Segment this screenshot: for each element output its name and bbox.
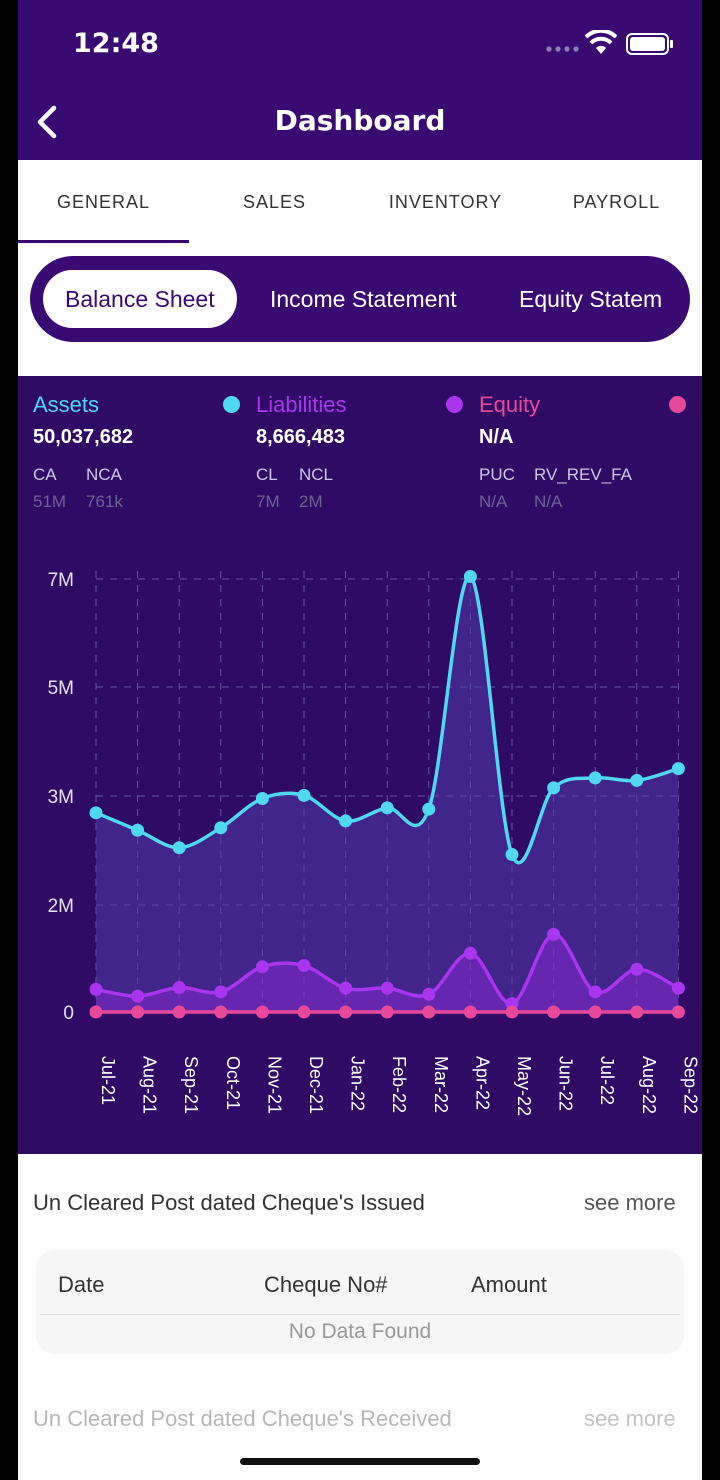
data-point-equity bbox=[588, 1005, 602, 1019]
statement-segment-control: Balance Sheet Income Statement Equity St… bbox=[30, 256, 690, 342]
data-point-liabilities bbox=[131, 989, 145, 1003]
data-point-assets bbox=[547, 781, 561, 795]
column-header-date: Date bbox=[58, 1272, 105, 1297]
data-point-assets bbox=[630, 773, 644, 787]
y-axis-tick-label: 3M bbox=[48, 787, 74, 808]
x-axis-tick-label: Jan-22 bbox=[348, 1056, 368, 1111]
x-axis-tick-label: Aug-21 bbox=[140, 1056, 160, 1114]
tab-general[interactable]: GENERAL bbox=[18, 160, 189, 244]
data-point-equity bbox=[297, 1005, 311, 1019]
data-point-assets bbox=[131, 823, 145, 837]
data-point-equity bbox=[505, 1005, 519, 1019]
segment-balance-sheet[interactable]: Balance Sheet bbox=[43, 270, 237, 328]
data-point-assets bbox=[505, 848, 519, 862]
data-point-equity bbox=[255, 1005, 269, 1019]
data-point-assets bbox=[172, 841, 186, 855]
empty-state-message: No Data Found bbox=[288, 1320, 432, 1343]
x-axis-tick-label: Jul-22 bbox=[597, 1056, 617, 1105]
data-point-assets bbox=[297, 788, 311, 802]
status-time: 12:48 bbox=[73, 28, 159, 59]
see-more-issued-link[interactable]: see more bbox=[584, 1190, 676, 1216]
app-screen: 12:48 Dashboard GENERAL SALES INVENTORY … bbox=[18, 0, 702, 1480]
data-point-liabilities bbox=[339, 981, 353, 995]
y-axis-tick-label: 0 bbox=[63, 1003, 74, 1024]
x-axis-tick-label: Sep-21 bbox=[181, 1056, 201, 1114]
data-point-equity bbox=[630, 1005, 644, 1019]
data-point-equity bbox=[463, 1005, 477, 1019]
segment-equity-statement[interactable]: Equity Statem bbox=[519, 270, 662, 328]
x-axis-tick-label: Oct-21 bbox=[223, 1056, 243, 1110]
data-point-liabilities bbox=[380, 981, 394, 995]
x-axis-tick-label: May-22 bbox=[514, 1056, 534, 1116]
data-point-equity bbox=[547, 1005, 561, 1019]
data-point-assets bbox=[255, 791, 269, 805]
data-point-liabilities bbox=[172, 981, 186, 995]
y-axis-tick-label: 5M bbox=[48, 678, 74, 699]
section-title-issued: Un Cleared Post dated Cheque's Issued bbox=[33, 1190, 425, 1215]
chart-panel: Assets Liabilities Equity 50,037,682 8,6… bbox=[18, 376, 702, 1154]
column-header-cheque-no: Cheque No# bbox=[264, 1272, 388, 1297]
tab-sales[interactable]: SALES bbox=[189, 160, 360, 244]
data-point-equity bbox=[671, 1005, 685, 1019]
tab-bar: GENERAL SALES INVENTORY PAYROLL bbox=[18, 160, 702, 244]
data-point-liabilities bbox=[630, 962, 644, 976]
tab-inventory[interactable]: INVENTORY bbox=[360, 160, 531, 244]
balance-chart: 0 2M 3M 5M 7M Jul-21 Aug-21 Sep-21 Oct-21 Nov-21 D… bbox=[48, 570, 701, 1116]
home-indicator bbox=[240, 1458, 480, 1465]
x-axis-tick-label: Jul-21 bbox=[98, 1056, 118, 1105]
cellular-signal-icon bbox=[546, 46, 579, 52]
data-point-assets bbox=[380, 801, 394, 815]
data-point-assets bbox=[422, 802, 436, 816]
data-point-equity bbox=[422, 1005, 436, 1019]
battery-icon bbox=[626, 33, 673, 55]
data-point-equity bbox=[131, 1005, 145, 1019]
data-point-equity bbox=[380, 1005, 394, 1019]
page-title: Dashboard bbox=[274, 104, 446, 137]
see-more-received-link[interactable]: see more bbox=[584, 1406, 676, 1432]
column-header-amount: Amount bbox=[471, 1272, 547, 1297]
wifi-icon bbox=[585, 30, 617, 54]
x-axis-tick-label: Aug-22 bbox=[639, 1056, 659, 1114]
data-point-equity bbox=[172, 1005, 186, 1019]
table-divider bbox=[40, 1314, 680, 1315]
data-point-liabilities bbox=[89, 982, 103, 996]
section-title-received: Un Cleared Post dated Cheque's Received bbox=[33, 1406, 452, 1431]
data-point-assets bbox=[214, 821, 228, 835]
app-header: 12:48 Dashboard bbox=[18, 0, 702, 160]
data-point-equity bbox=[214, 1005, 228, 1019]
cheque-table: Date Cheque No# Amount No Data Found bbox=[36, 1250, 684, 1354]
data-point-equity bbox=[89, 1005, 103, 1019]
data-point-equity bbox=[339, 1005, 353, 1019]
x-axis-tick-label: Nov-21 bbox=[264, 1056, 284, 1114]
y-axis-tick-label: 2M bbox=[48, 896, 74, 917]
x-axis-tick-label: Mar-22 bbox=[431, 1056, 451, 1113]
data-point-liabilities bbox=[588, 985, 602, 999]
data-point-liabilities bbox=[547, 927, 561, 941]
data-point-liabilities bbox=[214, 985, 228, 999]
data-point-assets bbox=[588, 771, 602, 785]
x-axis-tick-label: Dec-21 bbox=[306, 1056, 326, 1114]
tab-payroll[interactable]: PAYROLL bbox=[531, 160, 702, 244]
segment-income-statement[interactable]: Income Statement bbox=[270, 270, 457, 328]
x-axis-tick-label: Apr-22 bbox=[472, 1056, 492, 1110]
data-point-assets bbox=[89, 806, 103, 820]
data-point-assets bbox=[339, 814, 353, 828]
data-point-liabilities bbox=[255, 960, 269, 974]
active-tab-indicator bbox=[18, 240, 189, 243]
data-point-liabilities bbox=[463, 946, 477, 960]
x-axis-tick-label: Sep-22 bbox=[680, 1056, 700, 1114]
data-point-liabilities bbox=[422, 987, 436, 1001]
x-axis-tick-label: Feb-22 bbox=[389, 1056, 409, 1113]
data-point-assets bbox=[671, 762, 685, 776]
y-axis-tick-label: 7M bbox=[48, 570, 74, 591]
data-point-liabilities bbox=[671, 981, 685, 995]
data-point-liabilities bbox=[297, 959, 311, 973]
x-axis-tick-label: Jun-22 bbox=[556, 1056, 576, 1111]
data-point-assets bbox=[463, 570, 477, 584]
